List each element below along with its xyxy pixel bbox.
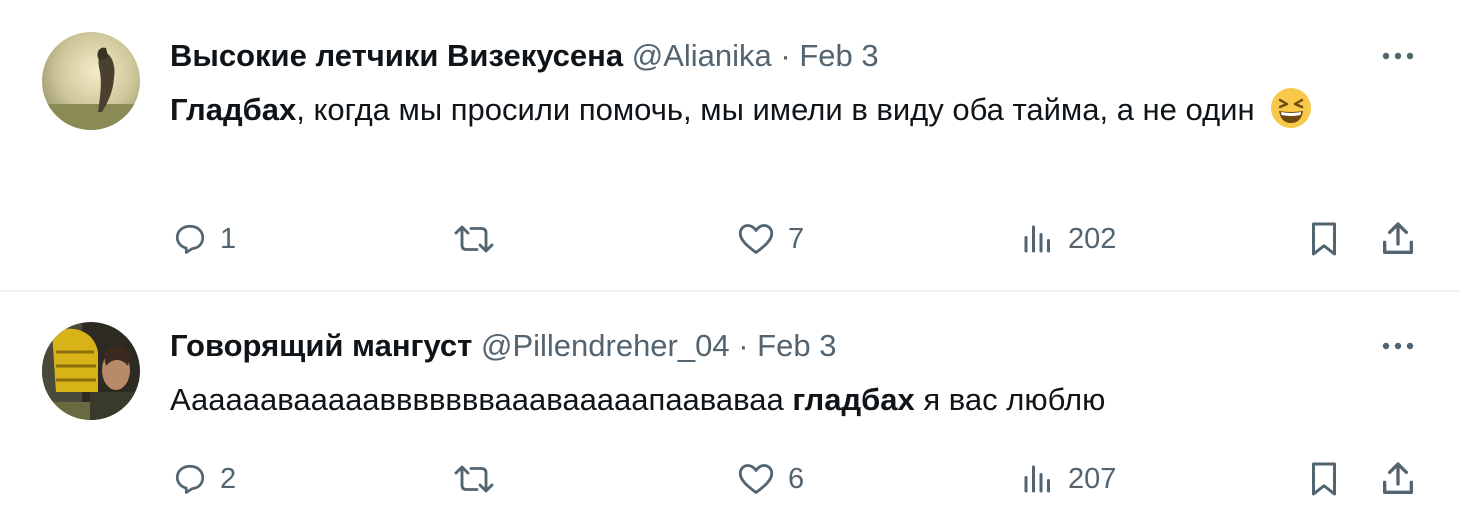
reply-button[interactable]: 2 [172,454,236,504]
more-horizontal-icon [1382,342,1414,350]
avatar[interactable] [42,322,140,420]
share-button[interactable] [1378,454,1418,504]
heart-icon [738,464,774,494]
reply-bubble-icon [175,224,205,254]
views-count: 202 [1068,222,1117,255]
tweet[interactable]: Говорящий мангуст @Pillendreher_04 · Feb… [0,292,1460,517]
like-button[interactable]: 6 [736,454,804,504]
more-options-button[interactable] [1378,46,1418,66]
bookmark-button[interactable] [1306,454,1342,504]
tweet-header: Говорящий мангуст @Pillendreher_04 · Feb… [170,326,836,366]
avatar[interactable] [42,32,140,130]
handle[interactable]: @Alianika [632,38,772,73]
retweet-button[interactable] [450,214,510,264]
tweet[interactable]: Высокие летчики Визекусена @Alianika · F… [0,0,1460,290]
timestamp[interactable]: Feb 3 [757,328,836,363]
hashtag-term: Гладбах [170,92,297,127]
heart-icon [738,224,774,254]
timestamp[interactable]: Feb 3 [799,38,878,73]
like-count: 6 [788,462,805,495]
tweet-text-after: я вас люблю [923,382,1106,417]
grinning-squinting-face-emoji-icon [1271,88,1312,128]
retweet-icon [454,225,494,253]
reply-count: 1 [220,222,237,255]
views-button[interactable]: 207 [1020,454,1116,504]
share-upload-icon [1383,222,1413,254]
retweet-icon [454,465,494,493]
tweet-header: Высокие летчики Визекусена @Alianika · F… [170,36,879,76]
retweet-button[interactable] [450,454,510,504]
reply-button[interactable]: 1 [172,214,236,264]
tweet-text-before: Аааааавааааавввввввааавааааапаававаа [170,382,784,417]
display-name[interactable]: Высокие летчики Визекусена [170,38,623,73]
bookmark-button[interactable] [1306,214,1342,264]
tweet-text: Гладбах, когда мы просили помочь, мы име… [170,85,1370,135]
dot-separator: · [738,328,749,363]
tweet-actions: 1 7 202 [0,214,1460,264]
bar-chart-icon [1024,225,1050,253]
share-button[interactable] [1378,214,1418,264]
tweet-text-rest: , когда мы просили помочь, мы имели в ви… [296,92,1255,127]
views-count: 207 [1068,462,1117,495]
reply-count: 2 [220,462,237,495]
bookmark-icon [1312,462,1336,496]
dot-separator: · [780,38,791,73]
like-count: 7 [788,222,805,255]
like-button[interactable]: 7 [736,214,804,264]
display-name[interactable]: Говорящий мангуст [170,328,472,363]
share-upload-icon [1383,462,1413,494]
handle[interactable]: @Pillendreher_04 [481,328,730,363]
tweet-text: Аааааавааааавввввввааавааааапаававаа гла… [170,375,1370,425]
reply-bubble-icon [175,464,205,494]
bar-chart-icon [1024,465,1050,493]
tweet-actions: 2 6 207 [0,454,1460,504]
more-horizontal-icon [1382,52,1414,60]
views-button[interactable]: 202 [1020,214,1116,264]
more-options-button[interactable] [1378,336,1418,356]
bookmark-icon [1312,222,1336,256]
hashtag-term: гладбах [792,382,915,417]
